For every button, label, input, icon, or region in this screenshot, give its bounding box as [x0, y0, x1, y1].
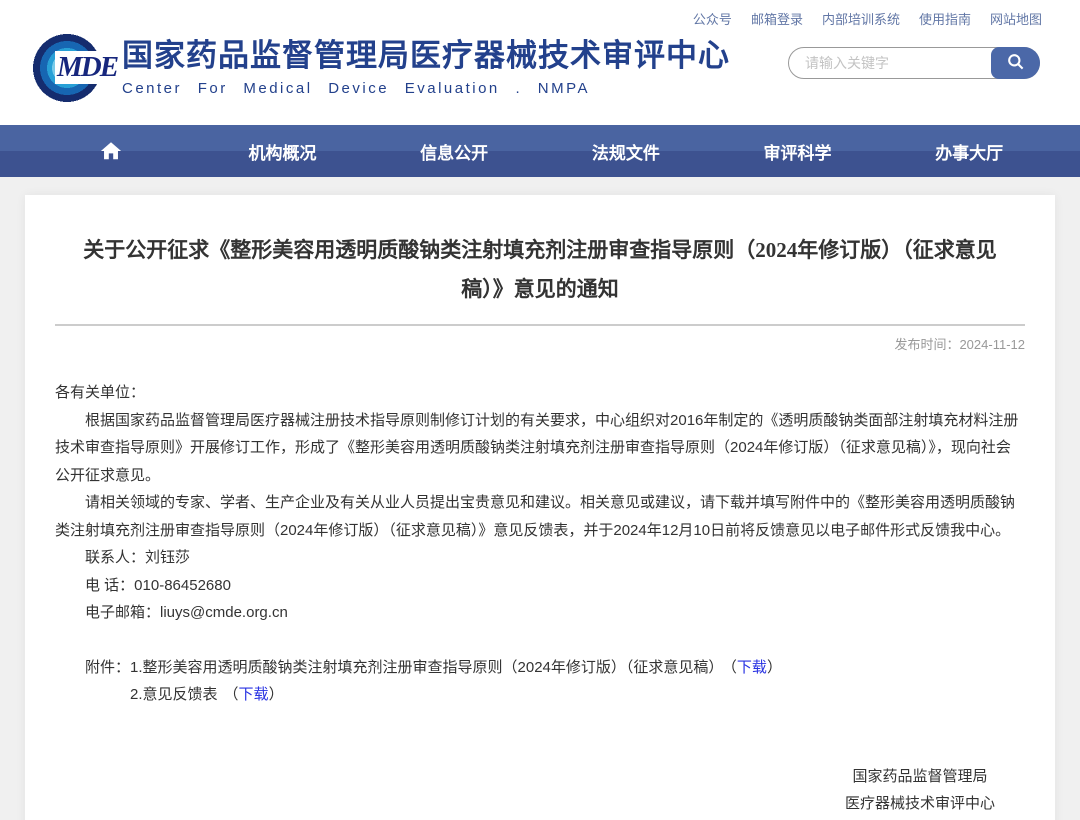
- org-name-cn: 国家药品监督管理局医疗器械技术审评中心: [122, 30, 730, 75]
- paragraph: 根据国家药品监督管理局医疗器械注册技术指导原则制修订计划的有关要求，中心组织对2…: [55, 407, 1025, 490]
- nav-item-service-hall[interactable]: 办事大厅: [883, 139, 1055, 164]
- contact-label: 电子邮箱：: [85, 604, 160, 621]
- salutation: 各有关单位：: [55, 379, 1025, 407]
- paren: ）: [767, 659, 782, 676]
- search-icon: [1006, 52, 1025, 74]
- contact-person: 联系人：刘钰莎: [55, 544, 1025, 572]
- article-body: 各有关单位： 根据国家药品监督管理局医疗器械注册技术指导原则制修订计划的有关要求…: [55, 379, 1025, 820]
- attachment-item: 1.整形美容用透明质酸钠类注射填充剂注册审查指导原则（2024年修订版）（征求意…: [130, 654, 782, 682]
- site-logo[interactable]: MDE 国家药品监督管理局医疗器械技术审评中心 Center For Medic…: [28, 28, 730, 108]
- cmde-logo-icon: MDE: [28, 28, 116, 108]
- nav-item-home[interactable]: [25, 140, 197, 162]
- home-icon: [100, 140, 122, 159]
- publish-time: 发布时间：2024-11-12: [55, 334, 1025, 353]
- download-link-wrap: （下载）: [729, 659, 782, 676]
- download-link[interactable]: 下载: [239, 686, 269, 703]
- site-search: [788, 47, 1040, 79]
- signature-block: 国家药品监督管理局 医疗器械技术审评中心 2024年11月11日: [55, 763, 1025, 820]
- title-divider: [55, 324, 1025, 326]
- logo-mde-text: MDE: [55, 51, 119, 84]
- site-header: 公众号 邮箱登录 内部培训系统 使用指南 网站地图 MDE 国家药品监督管理局医…: [0, 0, 1080, 125]
- attachments: 附件： 1.整形美容用透明质酸钠类注射填充剂注册审查指导原则（2024年修订版）…: [55, 654, 1025, 709]
- contact-label: 电 话：: [85, 577, 134, 594]
- nav-item-regulations[interactable]: 法规文件: [540, 139, 712, 164]
- article-card: 关于公开征求《整形美容用透明质酸钠类注射填充剂注册审查指导原则（2024年修订版…: [25, 195, 1055, 820]
- paren: （: [224, 686, 239, 703]
- paren: （: [729, 659, 737, 676]
- topbar-link-sitemap[interactable]: 网站地图: [990, 9, 1042, 28]
- signature-org-2: 医疗器械技术审评中心: [845, 790, 995, 818]
- attachment-item: 2.意见反馈表 （下载）: [130, 681, 782, 709]
- contact-phone: 电 话：010-86452680: [55, 572, 1025, 600]
- nav-item-review-science[interactable]: 审评科学: [712, 139, 884, 164]
- signature-org-1: 国家药品监督管理局: [845, 763, 995, 791]
- nav-item-info-disclosure[interactable]: 信息公开: [368, 139, 540, 164]
- contact-value: liuys@cmde.org.cn: [160, 604, 288, 621]
- brand-text: 国家药品监督管理局医疗器械技术审评中心 Center For Medical D…: [122, 28, 730, 97]
- topbar-link-internal-training[interactable]: 内部培训系统: [822, 9, 900, 28]
- main-nav: 机构概况 信息公开 法规文件 审评科学 办事大厅: [0, 125, 1080, 177]
- attachments-label: 附件：: [55, 654, 130, 709]
- page-title: 关于公开征求《整形美容用透明质酸钠类注射填充剂注册审查指导原则（2024年修订版…: [65, 231, 1015, 309]
- download-link-wrap: （下载）: [224, 686, 284, 703]
- search-button[interactable]: [991, 47, 1040, 79]
- nav-item-about[interactable]: 机构概况: [197, 139, 369, 164]
- contact-email: 电子邮箱：liuys@cmde.org.cn: [55, 599, 1025, 627]
- contact-label: 联系人：: [85, 549, 145, 566]
- contact-value: 刘钰莎: [145, 549, 190, 566]
- topbar-link-user-guide[interactable]: 使用指南: [919, 9, 971, 28]
- paren: ）: [269, 686, 284, 703]
- contact-value: 010-86452680: [134, 577, 231, 594]
- attachment-name: 2.意见反馈表: [130, 686, 218, 703]
- attachment-name: 1.整形美容用透明质酸钠类注射填充剂注册审查指导原则（2024年修订版）（征求意…: [130, 659, 723, 676]
- utility-links: 公众号 邮箱登录 内部培训系统 使用指南 网站地图: [693, 9, 1042, 28]
- download-link[interactable]: 下载: [737, 659, 767, 676]
- org-name-en: Center For Medical Device Evaluation . N…: [122, 80, 730, 97]
- topbar-link-wechat[interactable]: 公众号: [693, 9, 732, 28]
- topbar-link-mail-login[interactable]: 邮箱登录: [751, 9, 803, 28]
- paragraph: 请相关领域的专家、学者、生产企业及有关从业人员提出宝贵意见和建议。相关意见或建议…: [55, 489, 1025, 544]
